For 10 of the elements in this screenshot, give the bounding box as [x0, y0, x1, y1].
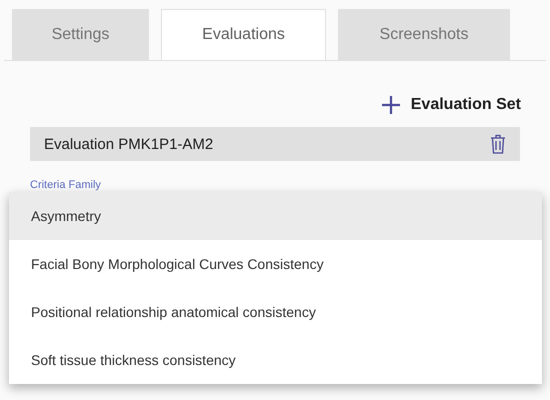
- menu-item[interactable]: Facial Bony Morphological Curves Consistency: [9, 240, 542, 288]
- menu-item[interactable]: Soft tissue thickness consistency: [9, 336, 542, 384]
- trash-icon[interactable]: [490, 134, 506, 154]
- field-label: Criteria Family: [30, 179, 101, 191]
- plus-icon: [380, 95, 401, 115]
- evaluation-name: Evaluation PMK1P1-AM2: [44, 136, 214, 152]
- add-evaluation-set-button[interactable]: Evaluation Set: [380, 95, 521, 115]
- menu-item[interactable]: Positional relationship anatomical consistency: [9, 288, 542, 336]
- menu-item[interactable]: Asymmetry: [9, 192, 542, 240]
- tab[interactable]: Evaluations: [161, 9, 326, 60]
